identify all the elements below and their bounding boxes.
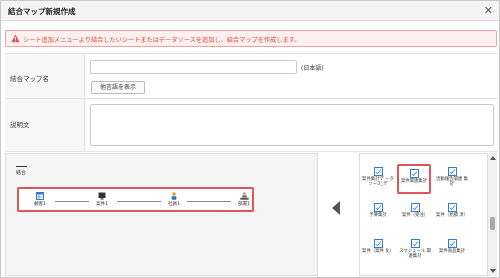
scroll-down-icon[interactable] bbox=[490, 269, 496, 273]
language-note: (日本語) bbox=[301, 65, 324, 72]
palette-tile-label: 案件（案件 化） bbox=[361, 249, 395, 254]
flow-node-deal[interactable]: 案件1 bbox=[92, 192, 112, 207]
palette-tile[interactable]: スケジュール 関連集計 bbox=[398, 236, 432, 266]
sheet-icon bbox=[410, 239, 420, 248]
join-main-node[interactable]: 結合 bbox=[16, 163, 27, 176]
create-join-map-dialog: 結合マップ新規作成 ✕ シート追加メニューより結合したいシートまたはデータソース… bbox=[0, 0, 500, 278]
dialog-title: 結合マップ新規作成 bbox=[8, 7, 76, 16]
sheet-icon bbox=[447, 239, 457, 248]
name-label-cell: 結合マップ名 bbox=[5, 54, 85, 98]
sheet-icon bbox=[410, 203, 420, 212]
alert-banner: シート追加メニューより結合したいシートまたはデータソースを追加し、結合マップを作… bbox=[5, 30, 497, 47]
join-map-name-input[interactable] bbox=[90, 60, 297, 74]
palette-tile-label: 予算集計 bbox=[369, 213, 387, 218]
close-icon[interactable]: ✕ bbox=[484, 4, 493, 17]
flow-node-label: 部署1 bbox=[237, 202, 251, 207]
palette-tile-label: 活動報告関連 集計 bbox=[435, 177, 469, 188]
flow-node-customer[interactable]: 顧客1 bbox=[30, 192, 50, 207]
join-link bbox=[187, 201, 231, 202]
alert-message: シート追加メニューより結合したいシートまたはデータソースを追加し、結合マップを作… bbox=[23, 37, 301, 44]
palette-tile-label: スケジュール 関連集計 bbox=[399, 249, 431, 260]
join-flow: 顧客1 案件1 社員1 部署1 bbox=[17, 187, 254, 212]
palette-tile-label: 案件関連集計 bbox=[400, 179, 428, 184]
palette-tile-label: 案件（受注） bbox=[401, 213, 429, 218]
scroll-up-icon[interactable] bbox=[490, 156, 496, 160]
sheet-icon bbox=[409, 169, 419, 178]
sheet-icon bbox=[447, 203, 457, 212]
sheet-icon bbox=[373, 167, 383, 176]
sheet-icon bbox=[373, 203, 383, 212]
sheet-icon bbox=[447, 167, 457, 176]
flow-node-label: 顧客1 bbox=[33, 202, 47, 207]
palette-scrollbar[interactable] bbox=[487, 153, 497, 276]
palette-tile[interactable]: 活動報告関連 集計 bbox=[435, 164, 469, 194]
table-icon bbox=[36, 192, 44, 200]
flow-node-department[interactable]: 部署1 bbox=[234, 192, 254, 207]
palette-tile-selected[interactable]: 案件関連集計 bbox=[397, 164, 431, 194]
monitor-icon bbox=[98, 192, 106, 200]
form-area: 結合マップ名 (日本語) 他言語を表示 説明文 bbox=[5, 53, 497, 152]
scroll-thumb[interactable] bbox=[490, 217, 495, 230]
dialog-titlebar: 結合マップ新規作成 ✕ bbox=[1, 1, 499, 21]
person-icon bbox=[171, 192, 177, 200]
flow-node-label: 社員1 bbox=[167, 202, 181, 207]
palette-tile[interactable]: 予算集計 bbox=[361, 200, 395, 230]
join-main-node-label: 結合 bbox=[16, 170, 27, 176]
palette-tile[interactable]: 案件集計デ ータソース_デ bbox=[361, 164, 395, 194]
desc-label-cell: 説明文 bbox=[5, 99, 85, 151]
flow-node-employee[interactable]: 社員1 bbox=[164, 192, 184, 207]
palette-tile[interactable]: 案件（受注） bbox=[398, 200, 432, 230]
org-icon bbox=[239, 192, 249, 200]
palette-tile-label: 案件（見積 済） bbox=[435, 213, 469, 218]
sheet-icon bbox=[373, 239, 383, 248]
palette-tile[interactable]: 案件商品集計 bbox=[435, 236, 469, 266]
description-label: 説明文 bbox=[10, 121, 30, 129]
join-link bbox=[117, 201, 161, 202]
description-row: 説明文 bbox=[5, 99, 497, 152]
sheet-palette: 案件集計デ ータソース_デ 案件関連集計 活動報告関連 集計 予算集計 案件（受… bbox=[359, 153, 497, 276]
name-row: 結合マップ名 (日本語) 他言語を表示 bbox=[5, 54, 497, 99]
warning-icon bbox=[11, 34, 20, 43]
palette-tile-label: 案件商品集計 bbox=[438, 249, 466, 254]
join-link bbox=[55, 201, 89, 202]
palette-tile[interactable]: 案件（案件 化） bbox=[361, 236, 395, 266]
node-line-icon bbox=[16, 166, 27, 167]
description-textarea[interactable] bbox=[90, 104, 494, 146]
add-to-canvas-arrow-icon[interactable] bbox=[332, 201, 340, 215]
palette-tile-label: 案件集計デ ータソース_デ bbox=[361, 177, 395, 188]
join-map-canvas[interactable]: 結合 顧客1 案件1 社員1 部署1 bbox=[5, 153, 318, 276]
show-other-languages-button[interactable]: 他言語を表示 bbox=[91, 81, 145, 94]
flow-node-label: 案件1 bbox=[95, 202, 109, 207]
palette-tile[interactable]: 案件（見積 済） bbox=[435, 200, 469, 230]
name-label: 結合マップ名 bbox=[10, 75, 49, 83]
